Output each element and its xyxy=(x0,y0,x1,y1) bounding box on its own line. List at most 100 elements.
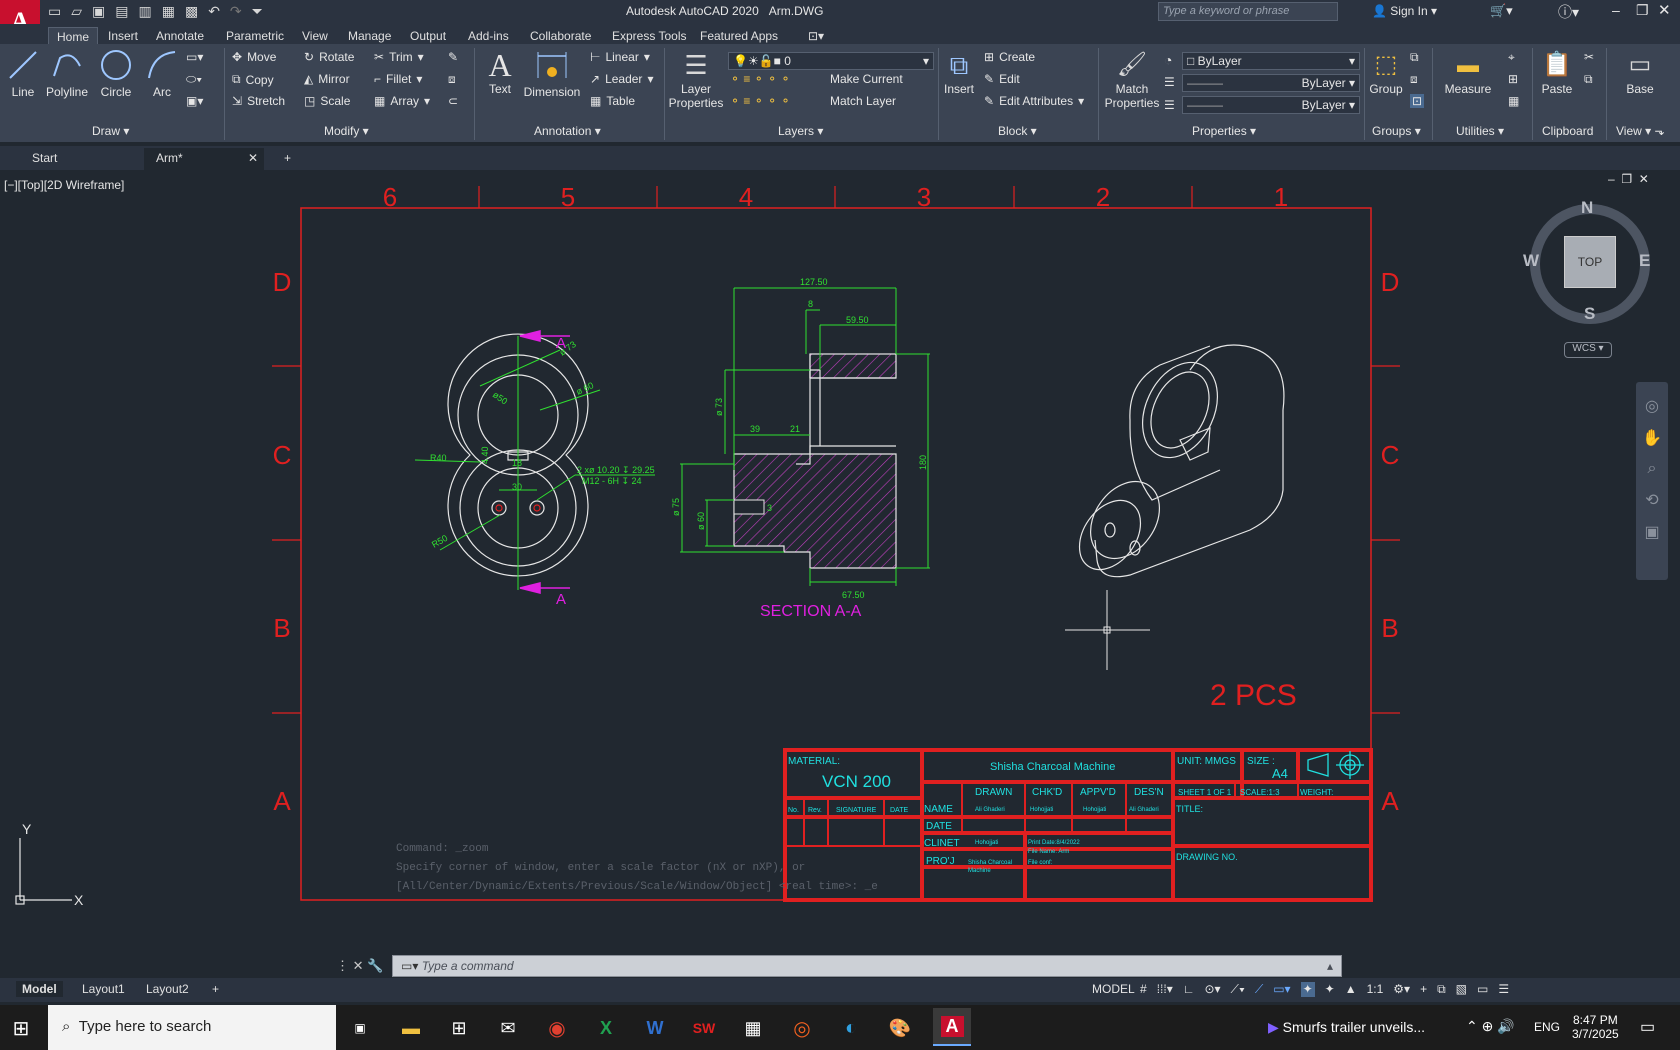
ungroup-icon[interactable]: ⧉ xyxy=(1410,50,1419,65)
copy-clip-icon[interactable]: ⧉ xyxy=(1584,72,1593,87)
tab-layout1[interactable]: Layout1 xyxy=(76,981,131,997)
command-input[interactable]: ▭▾ Type a command ▴ xyxy=(392,955,1342,977)
isolate-icon[interactable]: ⧉ xyxy=(1437,982,1446,997)
ribbon-options-icon[interactable]: ⊡▾ xyxy=(800,27,832,45)
tab-featured-apps[interactable]: Featured Apps xyxy=(692,27,786,45)
mail-icon[interactable]: ✉ xyxy=(493,1013,523,1043)
circle-button[interactable]: Circle xyxy=(96,48,136,99)
isodraft-icon[interactable]: ⟋▾ xyxy=(1231,982,1245,997)
scale-button[interactable]: ◳ Scale xyxy=(304,94,350,108)
otrack-icon[interactable]: ▭▾ xyxy=(1273,982,1290,997)
group-select-icon[interactable]: ⊡ xyxy=(1410,94,1425,108)
add-layout-button[interactable]: + xyxy=(206,981,225,997)
leader-button[interactable]: ↗ Leader ▾ xyxy=(590,72,653,86)
print-icon[interactable]: ▩ xyxy=(185,3,198,20)
tab-parametric[interactable]: Parametric xyxy=(218,27,292,45)
command-expand-icon[interactable]: ▴ xyxy=(1327,959,1333,973)
tab-home[interactable]: Home xyxy=(48,27,99,45)
viewcube-east[interactable]: E xyxy=(1639,251,1650,271)
polar-icon[interactable]: ⊙▾ xyxy=(1204,982,1220,997)
layer-tools-row-1[interactable]: ⚬ ≡ ⚬ ⚬ ⚬ xyxy=(730,72,791,86)
new-tab-button[interactable]: + xyxy=(272,148,303,170)
drawing-area[interactable]: [−][Top][2D Wireframe] – ❐ ✕ 6 5 4 3 2 1… xyxy=(0,170,1680,975)
annotation-visibility-icon[interactable]: ✦ xyxy=(1300,982,1315,997)
tab-model[interactable]: Model xyxy=(16,981,63,997)
save-as-icon[interactable]: ▤ xyxy=(115,3,128,20)
array-button[interactable]: ▦ Array ▾ xyxy=(374,94,430,108)
dimension-button[interactable]: Dimension xyxy=(522,48,582,99)
annotation-scale-icon[interactable]: ▲ xyxy=(1345,982,1357,997)
linetype-dropdown[interactable]: ——— ByLayer ▾ xyxy=(1182,74,1360,92)
clean-screen-icon[interactable]: ▭ xyxy=(1477,982,1488,997)
fillet-button[interactable]: ⌐ Fillet ▾ xyxy=(374,72,422,86)
calculator-icon[interactable]: ▦ xyxy=(1508,94,1519,108)
trim-button[interactable]: ✂ Trim ▾ xyxy=(374,50,424,64)
solidworks-icon[interactable]: SW xyxy=(689,1013,719,1043)
tray-icons[interactable]: ⌃ ⊕ 🔊 xyxy=(1466,1018,1515,1035)
calculator-taskbar-icon[interactable]: ▦ xyxy=(738,1013,768,1043)
rotate-button[interactable]: ↻ Rotate xyxy=(304,50,354,64)
tab-collaborate[interactable]: Collaborate xyxy=(522,27,599,45)
steering-wheel-icon[interactable]: ◎ xyxy=(1645,396,1659,416)
minimize-button[interactable]: – xyxy=(1612,2,1620,18)
layer-properties-button[interactable]: ☰ Layer Properties xyxy=(668,48,724,110)
command-line-handle[interactable]: ⋮ ✕ 🔧 xyxy=(336,958,383,974)
redo-icon[interactable]: ↷ xyxy=(230,3,242,20)
utilities-panel-label[interactable]: Utilities ▾ xyxy=(1456,124,1504,138)
grid-icon[interactable]: # xyxy=(1140,982,1147,997)
measure-button[interactable]: ▬ Measure xyxy=(1440,48,1496,96)
move-button[interactable]: ✥ Move xyxy=(232,50,276,64)
group-button[interactable]: ⬚ Group xyxy=(1366,48,1406,96)
group-edit-icon[interactable]: ⧈ xyxy=(1410,72,1418,87)
model-space-button[interactable]: MODEL xyxy=(1092,982,1135,996)
open-icon[interactable]: ▱ xyxy=(71,3,82,20)
tab-insert[interactable]: Insert xyxy=(100,27,146,45)
cart-icon[interactable]: 🛒▾ xyxy=(1490,3,1513,19)
excel-icon[interactable]: X xyxy=(591,1013,621,1043)
paste-button[interactable]: 📋 Paste xyxy=(1538,48,1576,96)
showmotion-icon[interactable]: ▣ xyxy=(1644,522,1659,542)
edge-icon[interactable]: ◐ xyxy=(836,1013,866,1043)
customize-status-icon[interactable]: ☰ xyxy=(1498,982,1509,997)
file-explorer-icon[interactable]: ▬ xyxy=(396,1013,426,1043)
taskbar-search[interactable]: ⌕ Type here to search xyxy=(48,1005,336,1050)
layer-dropdown[interactable]: 💡☀🔓■ 0 ▾ xyxy=(728,52,934,70)
clock[interactable]: 8:47 PM 3/7/2025 xyxy=(1572,1013,1619,1041)
restore-button[interactable]: ❐ xyxy=(1636,2,1649,19)
arc-button[interactable]: Arc xyxy=(142,48,182,99)
web-save-icon[interactable]: ▦ xyxy=(162,3,175,20)
windows-start-icon[interactable]: ⊞ xyxy=(6,1013,36,1043)
tab-express-tools[interactable]: Express Tools xyxy=(604,27,694,45)
viewcube-south[interactable]: S xyxy=(1584,304,1595,324)
id-point-icon[interactable]: ⌖ xyxy=(1508,50,1515,65)
store-icon[interactable]: ⊞ xyxy=(444,1013,474,1043)
annotation-scale-value[interactable]: 1:1 xyxy=(1367,982,1384,997)
linear-button[interactable]: ⊢ Linear ▾ xyxy=(590,50,650,64)
view-panel-label[interactable]: View ▾ ⬎ xyxy=(1616,124,1665,138)
help-icon[interactable]: ⓘ▾ xyxy=(1558,2,1579,22)
base-view-button[interactable]: ▭ Base xyxy=(1620,48,1660,96)
web-open-icon[interactable]: ▥ xyxy=(138,3,151,20)
close-button[interactable]: ✕ xyxy=(1658,1,1671,19)
snap-icon[interactable]: ⁞⁞⁞▾ xyxy=(1157,982,1173,997)
offset-icon[interactable]: ⊂ xyxy=(448,94,458,108)
make-current-button[interactable]: Make Current xyxy=(830,72,903,86)
copy-button[interactable]: ⧉ Copy xyxy=(232,72,274,87)
annotation-autoscale-icon[interactable]: ✦ xyxy=(1325,982,1335,997)
pan-icon[interactable]: ✋ xyxy=(1642,428,1662,448)
chrome-icon[interactable]: ◉ xyxy=(542,1013,572,1043)
draw-panel-label[interactable]: Draw ▾ xyxy=(92,124,129,138)
tab-manage[interactable]: Manage xyxy=(340,27,399,45)
search-box[interactable]: Type a keyword or phrase xyxy=(1158,2,1338,21)
clipboard-panel-label[interactable]: Clipboard xyxy=(1542,124,1593,138)
cut-icon[interactable]: ✂ xyxy=(1584,50,1594,64)
properties-panel-label[interactable]: Properties ▾ xyxy=(1192,124,1256,138)
tab-view[interactable]: View xyxy=(294,27,336,45)
notifications-icon[interactable]: ▭ xyxy=(1640,1017,1655,1037)
sign-in-button[interactable]: 👤 Sign In ▾ xyxy=(1372,4,1437,18)
tab-start[interactable]: Start xyxy=(20,148,142,170)
hatch-icon[interactable]: ⬭▾ xyxy=(186,72,202,87)
word-icon[interactable]: W xyxy=(640,1013,670,1043)
osnap-icon[interactable]: ⟋ xyxy=(1255,982,1263,997)
groups-panel-label[interactable]: Groups ▾ xyxy=(1372,124,1421,138)
